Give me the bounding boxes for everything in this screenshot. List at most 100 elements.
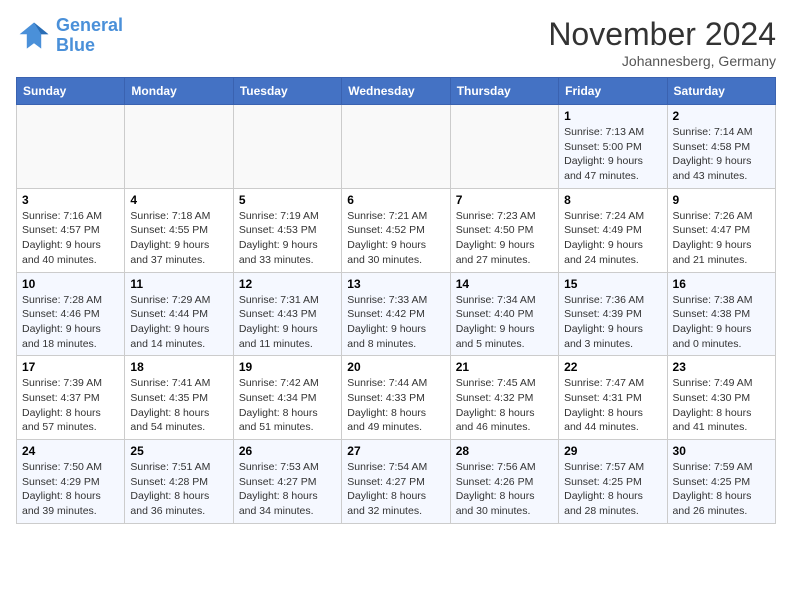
day-number: 1 — [564, 109, 661, 123]
day-info: Sunrise: 7:42 AM Sunset: 4:34 PM Dayligh… — [239, 376, 336, 435]
day-number: 27 — [347, 444, 444, 458]
calendar-cell: 9 Sunrise: 7:26 AM Sunset: 4:47 PM Daylig… — [667, 188, 775, 272]
calendar-cell: 23 Sunrise: 7:49 AM Sunset: 4:30 PM Dayli… — [667, 356, 775, 440]
calendar-week-5: 24Sunrise: 7:50 AM Sunset: 4:29 PM Dayli… — [17, 440, 776, 524]
day-info: Sunrise: 7:23 AM Sunset: 4:50 PM Dayligh… — [456, 209, 553, 268]
day-number: 8 — [564, 193, 661, 207]
day-info: Sunrise: 7:57 AM Sunset: 4:25 PM Dayligh… — [564, 460, 661, 519]
calendar-cell: 6 Sunrise: 7:21 AM Sunset: 4:52 PM Daylig… — [342, 188, 450, 272]
day-number: 9 — [673, 193, 770, 207]
calendar-cell — [233, 105, 341, 189]
day-info: Sunrise: 7:26 AM Sunset: 4:47 PM Dayligh… — [673, 209, 770, 268]
day-number: 21 — [456, 360, 553, 374]
day-info: Sunrise: 7:47 AM Sunset: 4:31 PM Dayligh… — [564, 376, 661, 435]
header-sunday: Sunday — [17, 78, 125, 105]
day-info: Sunrise: 7:28 AM Sunset: 4:46 PM Dayligh… — [22, 293, 119, 352]
calendar-cell: 22 Sunrise: 7:47 AM Sunset: 4:31 PM Dayli… — [559, 356, 667, 440]
day-number: 22 — [564, 360, 661, 374]
header-saturday: Saturday — [667, 78, 775, 105]
day-number: 19 — [239, 360, 336, 374]
day-info: Sunrise: 7:19 AM Sunset: 4:53 PM Dayligh… — [239, 209, 336, 268]
calendar-cell: 18Sunrise: 7:41 AM Sunset: 4:35 PM Dayli… — [125, 356, 233, 440]
header-tuesday: Tuesday — [233, 78, 341, 105]
day-number: 7 — [456, 193, 553, 207]
calendar-cell: 19 Sunrise: 7:42 AM Sunset: 4:34 PM Dayli… — [233, 356, 341, 440]
day-number: 13 — [347, 277, 444, 291]
logo: General Blue — [16, 16, 123, 56]
header-thursday: Thursday — [450, 78, 558, 105]
calendar-cell: 30Sunrise: 7:59 AM Sunset: 4:25 PM Dayli… — [667, 440, 775, 524]
day-number: 20 — [347, 360, 444, 374]
location-subtitle: Johannesberg, Germany — [548, 53, 776, 69]
calendar-cell: 3 Sunrise: 7:16 AM Sunset: 4:57 PM Daylig… — [17, 188, 125, 272]
month-title: November 2024 — [548, 16, 776, 53]
day-info: Sunrise: 7:50 AM Sunset: 4:29 PM Dayligh… — [22, 460, 119, 519]
calendar-cell: 15Sunrise: 7:36 AM Sunset: 4:39 PM Dayli… — [559, 272, 667, 356]
calendar-cell: 4 Sunrise: 7:18 AM Sunset: 4:55 PM Daylig… — [125, 188, 233, 272]
day-info: Sunrise: 7:31 AM Sunset: 4:43 PM Dayligh… — [239, 293, 336, 352]
calendar-cell — [342, 105, 450, 189]
calendar-week-3: 10 Sunrise: 7:28 AM Sunset: 4:46 PM Dayli… — [17, 272, 776, 356]
day-number: 23 — [673, 360, 770, 374]
day-number: 3 — [22, 193, 119, 207]
day-number: 4 — [130, 193, 227, 207]
header-monday: Monday — [125, 78, 233, 105]
calendar-header-row: SundayMondayTuesdayWednesdayThursdayFrid… — [17, 78, 776, 105]
calendar-cell: 5Sunrise: 7:19 AM Sunset: 4:53 PM Daylig… — [233, 188, 341, 272]
day-info: Sunrise: 7:54 AM Sunset: 4:27 PM Dayligh… — [347, 460, 444, 519]
day-number: 6 — [347, 193, 444, 207]
day-info: Sunrise: 7:33 AM Sunset: 4:42 PM Dayligh… — [347, 293, 444, 352]
calendar-cell: 13 Sunrise: 7:33 AM Sunset: 4:42 PM Dayli… — [342, 272, 450, 356]
day-info: Sunrise: 7:38 AM Sunset: 4:38 PM Dayligh… — [673, 293, 770, 352]
title-block: November 2024 Johannesberg, Germany — [548, 16, 776, 69]
day-info: Sunrise: 7:49 AM Sunset: 4:30 PM Dayligh… — [673, 376, 770, 435]
header-wednesday: Wednesday — [342, 78, 450, 105]
calendar-cell: 11 Sunrise: 7:29 AM Sunset: 4:44 PM Dayli… — [125, 272, 233, 356]
day-number: 17 — [22, 360, 119, 374]
day-number: 29 — [564, 444, 661, 458]
day-info: Sunrise: 7:21 AM Sunset: 4:52 PM Dayligh… — [347, 209, 444, 268]
calendar-cell: 14Sunrise: 7:34 AM Sunset: 4:40 PM Dayli… — [450, 272, 558, 356]
day-number: 16 — [673, 277, 770, 291]
day-info: Sunrise: 7:53 AM Sunset: 4:27 PM Dayligh… — [239, 460, 336, 519]
calendar-cell: 12 Sunrise: 7:31 AM Sunset: 4:43 PM Dayli… — [233, 272, 341, 356]
day-number: 25 — [130, 444, 227, 458]
day-number: 2 — [673, 109, 770, 123]
calendar-cell: 29 Sunrise: 7:57 AM Sunset: 4:25 PM Dayli… — [559, 440, 667, 524]
day-info: Sunrise: 7:51 AM Sunset: 4:28 PM Dayligh… — [130, 460, 227, 519]
day-info: Sunrise: 7:39 AM Sunset: 4:37 PM Dayligh… — [22, 376, 119, 435]
calendar-cell — [450, 105, 558, 189]
day-info: Sunrise: 7:44 AM Sunset: 4:33 PM Dayligh… — [347, 376, 444, 435]
calendar-cell: 10 Sunrise: 7:28 AM Sunset: 4:46 PM Dayli… — [17, 272, 125, 356]
day-info: Sunrise: 7:34 AM Sunset: 4:40 PM Dayligh… — [456, 293, 553, 352]
day-info: Sunrise: 7:13 AM Sunset: 5:00 PM Dayligh… — [564, 125, 661, 184]
calendar-week-1: 1 Sunrise: 7:13 AM Sunset: 5:00 PM Daylig… — [17, 105, 776, 189]
calendar-cell: 1 Sunrise: 7:13 AM Sunset: 5:00 PM Daylig… — [559, 105, 667, 189]
day-number: 10 — [22, 277, 119, 291]
calendar-cell: 17 Sunrise: 7:39 AM Sunset: 4:37 PM Dayli… — [17, 356, 125, 440]
calendar-cell: 28Sunrise: 7:56 AM Sunset: 4:26 PM Dayli… — [450, 440, 558, 524]
day-info: Sunrise: 7:29 AM Sunset: 4:44 PM Dayligh… — [130, 293, 227, 352]
day-info: Sunrise: 7:45 AM Sunset: 4:32 PM Dayligh… — [456, 376, 553, 435]
calendar-week-2: 3 Sunrise: 7:16 AM Sunset: 4:57 PM Daylig… — [17, 188, 776, 272]
calendar-cell — [125, 105, 233, 189]
day-info: Sunrise: 7:56 AM Sunset: 4:26 PM Dayligh… — [456, 460, 553, 519]
calendar-cell: 7 Sunrise: 7:23 AM Sunset: 4:50 PM Daylig… — [450, 188, 558, 272]
calendar-cell — [17, 105, 125, 189]
page-header: General Blue November 2024 Johannesberg,… — [16, 16, 776, 69]
calendar-cell: 26 Sunrise: 7:53 AM Sunset: 4:27 PM Dayli… — [233, 440, 341, 524]
day-number: 15 — [564, 277, 661, 291]
calendar-cell: 21 Sunrise: 7:45 AM Sunset: 4:32 PM Dayli… — [450, 356, 558, 440]
calendar-week-4: 17 Sunrise: 7:39 AM Sunset: 4:37 PM Dayli… — [17, 356, 776, 440]
day-number: 12 — [239, 277, 336, 291]
logo-text: General Blue — [56, 16, 123, 56]
calendar-cell: 24Sunrise: 7:50 AM Sunset: 4:29 PM Dayli… — [17, 440, 125, 524]
day-number: 11 — [130, 277, 227, 291]
calendar-cell: 8Sunrise: 7:24 AM Sunset: 4:49 PM Daylig… — [559, 188, 667, 272]
calendar-cell: 20 Sunrise: 7:44 AM Sunset: 4:33 PM Dayli… — [342, 356, 450, 440]
day-info: Sunrise: 7:18 AM Sunset: 4:55 PM Dayligh… — [130, 209, 227, 268]
day-info: Sunrise: 7:59 AM Sunset: 4:25 PM Dayligh… — [673, 460, 770, 519]
calendar-cell: 2Sunrise: 7:14 AM Sunset: 4:58 PM Daylig… — [667, 105, 775, 189]
day-number: 26 — [239, 444, 336, 458]
day-info: Sunrise: 7:16 AM Sunset: 4:57 PM Dayligh… — [22, 209, 119, 268]
